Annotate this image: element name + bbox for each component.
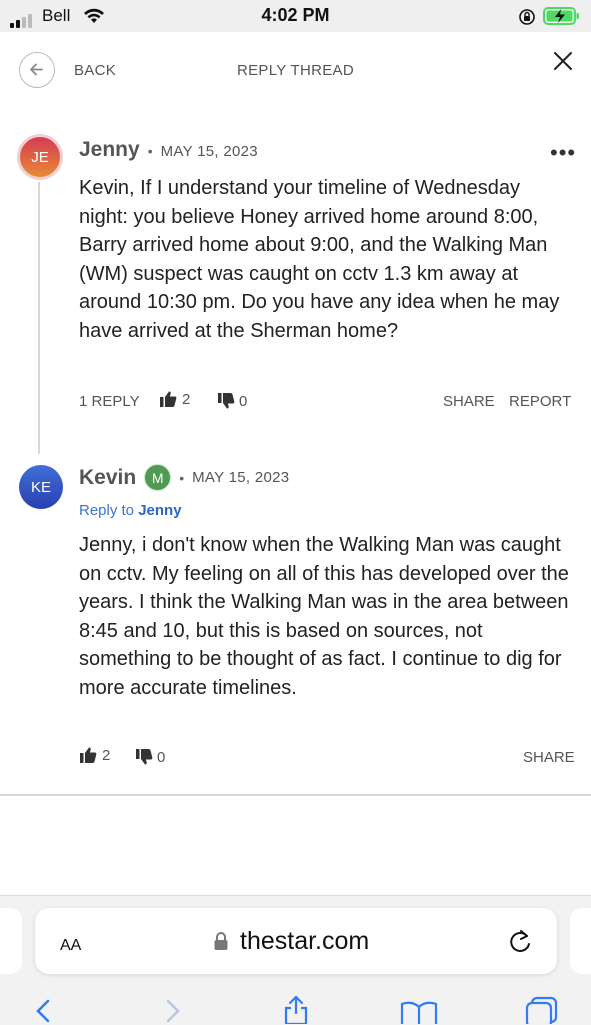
clock: 4:02 PM xyxy=(261,5,330,25)
next-tab-preview[interactable] xyxy=(570,908,591,974)
status-bar: Bell 4:02 PM xyxy=(0,0,591,32)
reload-icon[interactable] xyxy=(507,928,533,956)
reply-to-name[interactable]: Jenny xyxy=(138,502,181,519)
share-button[interactable]: SHARE xyxy=(443,393,495,410)
dislike-button[interactable]: 0 xyxy=(217,392,247,410)
like-count: 2 xyxy=(182,390,191,408)
report-button[interactable]: REPORT xyxy=(509,393,571,410)
like-button[interactable]: 2 xyxy=(159,390,190,408)
thumbs-up-icon xyxy=(160,391,177,407)
comment-meta: Jenny • MAY 15, 2023 xyxy=(79,138,258,162)
comment-meta: Kevin M • MAY 15, 2023 xyxy=(79,464,289,491)
thumbs-down-icon xyxy=(218,393,235,409)
like-button[interactable]: 2 xyxy=(79,746,110,764)
tabs-icon[interactable] xyxy=(524,995,560,1024)
url-text[interactable]: thestar.com xyxy=(240,927,369,956)
comment-text: Jenny, i don't know when the Walking Man… xyxy=(79,534,569,699)
comment-date: MAY 15, 2023 xyxy=(160,143,258,160)
forward-nav-icon[interactable] xyxy=(163,995,183,1024)
avatar: KE xyxy=(19,465,63,509)
text-size-label: AA xyxy=(60,937,82,954)
previous-tab-preview[interactable] xyxy=(0,908,22,974)
comment-author[interactable]: Jenny xyxy=(79,138,140,162)
reply-to-prefix: Reply to xyxy=(79,502,135,519)
bookmarks-icon[interactable] xyxy=(399,995,439,1024)
dislike-count: 0 xyxy=(157,748,166,766)
share-button[interactable]: SHARE xyxy=(523,749,575,766)
comment-text: Kevin, If I understand your timeline of … xyxy=(79,177,560,342)
more-options-icon[interactable]: ••• xyxy=(550,140,576,166)
moderator-badge: M xyxy=(144,464,172,491)
meta-separator: • xyxy=(147,143,153,159)
page-title: REPLY THREAD xyxy=(237,62,354,79)
divider xyxy=(0,794,591,796)
lock-icon xyxy=(214,932,228,950)
orientation-lock-icon xyxy=(519,9,535,25)
dislike-button[interactable]: 0 xyxy=(135,748,165,766)
text-size-button[interactable]: AA xyxy=(60,930,81,956)
reply-to-link[interactable]: Reply to Jenny xyxy=(79,502,182,519)
close-icon[interactable] xyxy=(550,50,576,72)
battery-charging-icon xyxy=(543,7,579,25)
back-nav-icon[interactable] xyxy=(33,995,53,1024)
reply-count-button[interactable]: 1 REPLY xyxy=(79,393,140,410)
comment-author[interactable]: Kevin xyxy=(79,466,136,490)
thumbs-down-icon xyxy=(136,749,153,765)
dislike-count: 0 xyxy=(239,392,248,410)
like-count: 2 xyxy=(102,746,111,764)
share-icon[interactable] xyxy=(280,995,312,1024)
meta-separator: • xyxy=(179,469,185,486)
avatar: JE xyxy=(17,134,63,180)
comment-date: MAY 15, 2023 xyxy=(192,469,290,486)
thread-connector-line xyxy=(38,182,40,454)
thumbs-up-icon xyxy=(80,747,97,763)
